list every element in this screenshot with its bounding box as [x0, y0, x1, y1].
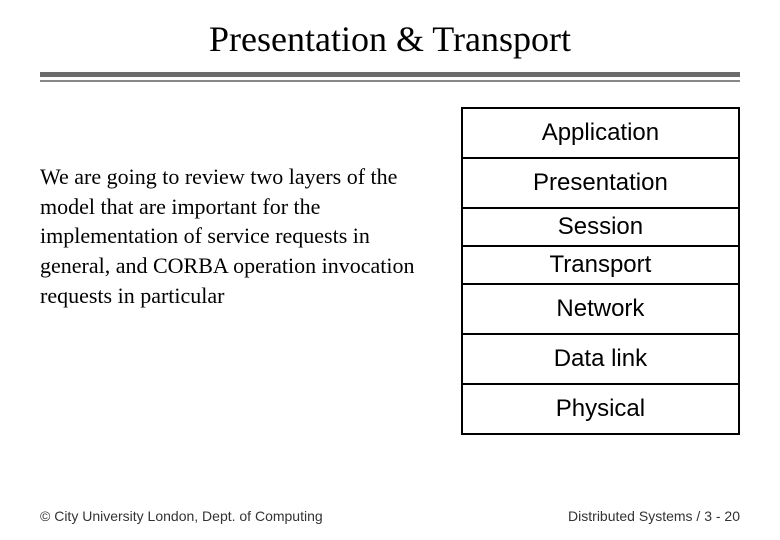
footer: © City University London, Dept. of Compu… — [0, 508, 780, 524]
layer-physical: Physical — [461, 383, 740, 435]
layer-application: Application — [461, 107, 740, 159]
right-column: Application Presentation Session Transpo… — [461, 107, 740, 435]
left-column: We are going to review two layers of the… — [40, 107, 431, 435]
layer-session: Session — [461, 207, 740, 247]
layer-presentation: Presentation — [461, 157, 740, 209]
content-area: We are going to review two layers of the… — [0, 82, 780, 435]
osi-layer-stack: Application Presentation Session Transpo… — [461, 107, 740, 435]
slide-title: Presentation & Transport — [0, 0, 780, 72]
layer-transport: Transport — [461, 245, 740, 285]
title-divider — [0, 72, 780, 82]
footer-right: Distributed Systems / 3 - 20 — [568, 508, 740, 524]
footer-left: © City University London, Dept. of Compu… — [40, 508, 323, 524]
body-paragraph: We are going to review two layers of the… — [40, 162, 431, 310]
layer-network: Network — [461, 283, 740, 335]
layer-data-link: Data link — [461, 333, 740, 385]
